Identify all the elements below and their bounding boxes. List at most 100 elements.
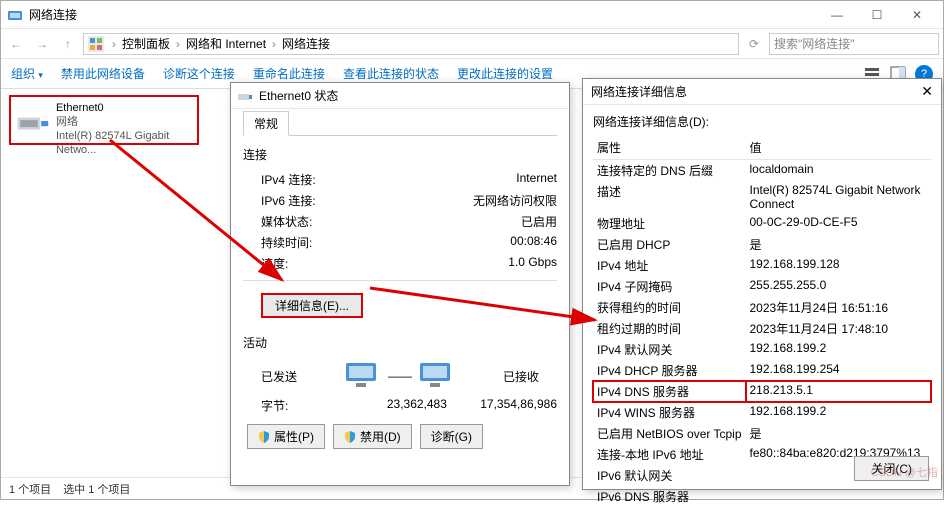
adapter-item[interactable]: Ethernet0 网络 Intel(R) 82574L Gigabit Net…: [9, 95, 199, 145]
table-row: 获得租约的时间2023年11月24日 16:51:16: [593, 297, 931, 318]
prop-cell: 已启用 DHCP: [593, 234, 746, 255]
media-value: 已启用: [521, 213, 557, 230]
crumb-1[interactable]: 网络和 Internet: [184, 35, 268, 52]
status-dialog-title: Ethernet0 状态: [259, 87, 338, 104]
sent-label: 已发送: [261, 368, 297, 385]
crumb-0[interactable]: 控制面板: [120, 35, 172, 52]
monitor-left-icon: [344, 361, 382, 391]
properties-button[interactable]: 属性(P): [247, 424, 325, 449]
th-property: 属性: [593, 136, 746, 160]
monitor-right-icon: [418, 361, 456, 391]
close-button[interactable]: ✕: [897, 1, 937, 29]
disable-button[interactable]: 禁用(D): [333, 424, 412, 449]
adapter-small-icon: [237, 88, 253, 104]
prop-cell: IPv4 默认网关: [593, 339, 746, 360]
prop-cell: 已启用 NetBIOS over Tcpip: [593, 423, 746, 444]
addressbar: ← → ↑ › 控制面板 › 网络和 Internet › 网络连接 ⟳ 搜索"…: [1, 29, 943, 59]
cmd-disable[interactable]: 禁用此网络设备: [61, 65, 145, 82]
status-dialog: Ethernet0 状态 常规 连接 IPv4 连接:Internet IPv6…: [230, 82, 570, 486]
minimize-button[interactable]: —: [817, 1, 857, 29]
prop-cell: IPv4 WINS 服务器: [593, 402, 746, 423]
duration-value: 00:08:46: [510, 234, 557, 251]
adapter-device: Intel(R) 82574L Gigabit Netwo...: [56, 129, 193, 157]
table-row: 描述Intel(R) 82574L Gigabit Network Connec…: [593, 181, 931, 213]
ipv4-conn-label: IPv4 连接:: [261, 171, 316, 188]
details-button[interactable]: 详细信息(E)...: [261, 293, 363, 318]
maximize-button[interactable]: ☐: [857, 1, 897, 29]
table-row: IPv4 地址192.168.199.128: [593, 255, 931, 276]
table-row: IPv6 DNS 服务器: [593, 486, 931, 507]
prop-cell: 物理地址: [593, 213, 746, 234]
prop-cell: 连接特定的 DNS 后缀: [593, 160, 746, 182]
prop-cell: 描述: [593, 181, 746, 213]
back-button[interactable]: ←: [5, 33, 27, 55]
watermark: CSDN @七指: [871, 464, 938, 480]
prop-cell: 租约过期的时间: [593, 318, 746, 339]
organize-menu[interactable]: 组织 ▾: [11, 65, 43, 82]
recv-bytes: 17,354,86,986: [480, 397, 557, 411]
ipv6-conn-value: 无网络访问权限: [473, 192, 557, 209]
table-row: IPv4 DHCP 服务器192.168.199.254: [593, 360, 931, 381]
prop-cell: IPv4 地址: [593, 255, 746, 276]
table-row: 已启用 NetBIOS over Tcpip是: [593, 423, 931, 444]
shield-icon: [258, 431, 270, 443]
up-button[interactable]: ↑: [57, 33, 79, 55]
duration-label: 持续时间:: [261, 234, 312, 251]
adapter-icon: [15, 101, 50, 141]
value-cell: 192.168.199.128: [746, 255, 932, 276]
table-row: 连接特定的 DNS 后缀localdomain: [593, 160, 931, 182]
prop-cell: 连接-本地 IPv6 地址: [593, 444, 746, 465]
status-tabs: 常规: [243, 111, 557, 136]
control-panel-icon: [88, 36, 104, 52]
diagnose-button[interactable]: 诊断(G): [420, 424, 483, 449]
ipv4-conn-value: Internet: [516, 171, 557, 188]
value-cell: [746, 486, 932, 507]
value-cell: 192.168.199.2: [746, 339, 932, 360]
table-row: IPv4 默认网关192.168.199.2: [593, 339, 931, 360]
activity-icons: ——: [344, 361, 456, 391]
details-dialog: 网络连接详细信息 ✕ 网络连接详细信息(D): 属性 值 连接特定的 DNS 后…: [582, 78, 942, 490]
search-input[interactable]: 搜索"网络连接": [769, 33, 939, 55]
network-folder-icon: [7, 7, 23, 23]
table-row: 租约过期的时间2023年11月24日 17:48:10: [593, 318, 931, 339]
details-dialog-title: 网络连接详细信息: [591, 83, 687, 100]
value-cell: 00-0C-29-0D-CE-F5: [746, 213, 932, 234]
value-cell: 218.213.5.1: [746, 381, 932, 402]
shield-icon: [344, 431, 356, 443]
adapter-network: 网络: [56, 115, 193, 129]
prop-cell: IPv4 子网掩码: [593, 276, 746, 297]
table-row: IPv4 WINS 服务器192.168.199.2: [593, 402, 931, 423]
cmd-change[interactable]: 更改此连接的设置: [457, 65, 553, 82]
details-table: 属性 值 连接特定的 DNS 后缀localdomain描述Intel(R) 8…: [593, 136, 931, 507]
th-value: 值: [746, 136, 932, 160]
recv-label: 已接收: [503, 368, 539, 385]
speed-label: 速度:: [261, 255, 288, 272]
forward-button[interactable]: →: [31, 33, 53, 55]
cmd-status[interactable]: 查看此连接的状态: [343, 65, 439, 82]
item-count: 1 个项目: [9, 481, 51, 497]
value-cell: 2023年11月24日 16:51:16: [746, 297, 932, 318]
refresh-button[interactable]: ⟳: [743, 33, 765, 55]
tab-general[interactable]: 常规: [243, 111, 289, 136]
window-title: 网络连接: [29, 6, 817, 23]
value-cell: 是: [746, 234, 932, 255]
cmd-rename[interactable]: 重命名此连接: [253, 65, 325, 82]
crumb-2[interactable]: 网络连接: [280, 35, 332, 52]
value-cell: 2023年11月24日 17:48:10: [746, 318, 932, 339]
value-cell: 192.168.199.254: [746, 360, 932, 381]
table-row: IPv4 DNS 服务器218.213.5.1: [593, 381, 931, 402]
selected-count: 选中 1 个项目: [63, 481, 130, 497]
value-cell: localdomain: [746, 160, 932, 182]
titlebar: 网络连接 — ☐ ✕: [1, 1, 943, 29]
prop-cell: 获得租约的时间: [593, 297, 746, 318]
details-close-icon[interactable]: ✕: [921, 83, 933, 100]
cmd-diagnose[interactable]: 诊断这个连接: [163, 65, 235, 82]
media-label: 媒体状态:: [261, 213, 312, 230]
table-row: 已启用 DHCP是: [593, 234, 931, 255]
speed-value: 1.0 Gbps: [508, 255, 557, 272]
bytes-label: 字节:: [261, 397, 288, 414]
breadcrumb[interactable]: › 控制面板 › 网络和 Internet › 网络连接: [83, 33, 739, 55]
details-caption: 网络连接详细信息(D):: [593, 113, 931, 130]
ipv6-conn-label: IPv6 连接:: [261, 192, 316, 209]
table-row: IPv4 子网掩码255.255.255.0: [593, 276, 931, 297]
